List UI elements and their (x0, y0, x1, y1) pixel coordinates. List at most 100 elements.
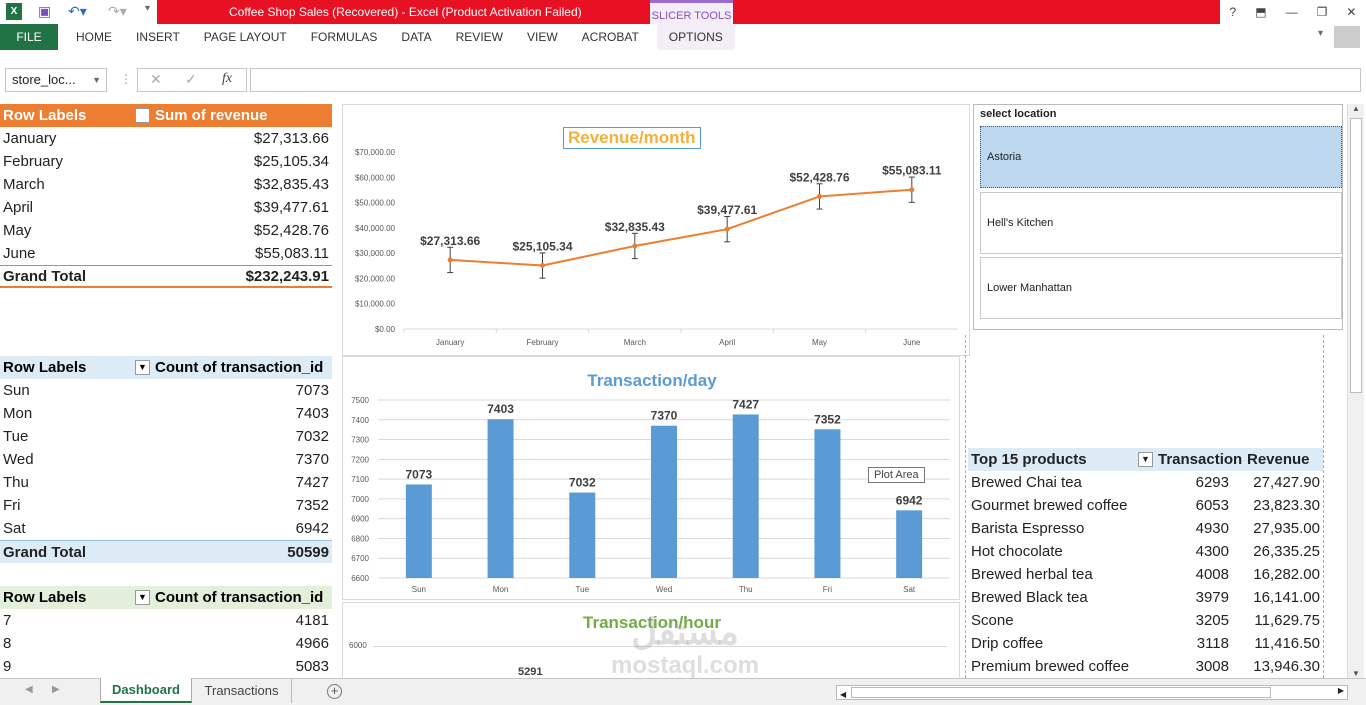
help-icon[interactable]: ? (1230, 5, 1237, 19)
tab-file[interactable]: FILE (0, 24, 58, 50)
x-tick: January (436, 338, 464, 347)
customize-quick-access-icon[interactable]: ▾ (145, 3, 150, 14)
tab-page-layout[interactable]: PAGE LAYOUT (192, 24, 299, 50)
y-tick: 6600 (351, 574, 369, 583)
minimize-icon[interactable]: — (1286, 5, 1298, 19)
y-tick: 7500 (351, 396, 369, 405)
table-row: Barista Espresso 4930 27,935.00 (968, 517, 1323, 540)
product-name: Drip coffee (971, 635, 1044, 652)
slicer-item-hells-kitchen[interactable]: Hell's Kitchen (980, 192, 1342, 254)
sheet-tab-dashboard[interactable]: Dashboard (100, 678, 192, 703)
product-name: Brewed herbal tea (971, 566, 1093, 583)
slicer-item-lower-manhattan[interactable]: Lower Manhattan (980, 257, 1342, 319)
product-name: Hot chocolate (971, 543, 1063, 560)
transaction-count: 6293 (1195, 474, 1229, 491)
revenue-month-chart[interactable]: $0.00 $10,000.00 $20,000.00 $30,000.00 $40,0… (342, 104, 970, 356)
product-revenue: 27,427.90 (1253, 474, 1320, 491)
tab-formulas[interactable]: FORMULAS (299, 24, 390, 50)
formula-input[interactable] (250, 68, 1361, 92)
save-icon[interactable]: ▣ (38, 3, 51, 20)
table-row: Premium brewed coffee 3008 13,946.30 (968, 655, 1323, 678)
sheet-tab-transactions[interactable]: Transactions (192, 679, 292, 703)
header-revenue: Revenue (1247, 451, 1310, 468)
x-tick: Sun (412, 585, 426, 594)
slicer-item-astoria[interactable]: Astoria (980, 126, 1342, 188)
add-sheet-icon[interactable]: + (327, 684, 342, 699)
header-value: Count of transaction_id (155, 359, 324, 376)
transaction-count: 3979 (1195, 589, 1229, 606)
slicer-title: select location (980, 108, 1057, 120)
tab-view[interactable]: VIEW (515, 24, 570, 50)
window-controls: ? ⬒ — ❐ ✕ (1220, 0, 1366, 24)
row-label: May (3, 222, 32, 239)
row-value: 7352 (295, 497, 329, 514)
filter-dropdown-icon[interactable]: ▼ (135, 590, 150, 605)
close-icon[interactable]: ✕ (1346, 5, 1356, 19)
excel-logo-icon: X (6, 3, 22, 20)
grand-total-value: 50599 (287, 543, 329, 561)
table-row: January $27,313.66 (0, 127, 332, 150)
scroll-up-icon[interactable]: ▲ (1348, 104, 1364, 113)
product-revenue: 16,141.00 (1253, 589, 1320, 606)
grand-total-row: Grand Total $232,243.91 (0, 265, 332, 288)
table-row: Brewed Chai tea 6293 27,427.90 (968, 471, 1323, 494)
table-row: Fri 7352 (0, 494, 332, 517)
row-label: 7 (3, 612, 12, 629)
avatar[interactable] (1334, 26, 1360, 48)
tab-insert[interactable]: INSERT (124, 24, 192, 50)
scroll-right-icon[interactable]: ▶ (1338, 686, 1344, 695)
filter-dropdown-icon[interactable]: ▼ (135, 360, 150, 375)
page-break-line (1323, 335, 1324, 678)
tab-options[interactable]: OPTIONS (656, 24, 735, 50)
ribbon-display-icon[interactable]: ⬒ (1255, 5, 1266, 19)
vertical-scrollbar[interactable]: ▲ ▼ (1347, 104, 1364, 678)
row-value: $25,105.34 (253, 153, 329, 170)
scrollbar-thumb[interactable] (1350, 118, 1362, 393)
tab-review[interactable]: REVIEW (444, 24, 515, 50)
name-box[interactable]: store_loc... ▼ (5, 68, 107, 92)
page-break-line (965, 335, 966, 678)
chart-title: Transaction/day (587, 371, 717, 390)
tab-home[interactable]: HOME (64, 24, 124, 50)
data-label: $39,477.61 (697, 203, 757, 217)
restore-icon[interactable]: ❐ (1317, 5, 1328, 19)
row-value: 7032 (295, 428, 329, 445)
table-row: Hot chocolate 4300 26,335.25 (968, 540, 1323, 563)
product-revenue: 11,629.75 (1254, 612, 1320, 629)
y-tick: 6700 (351, 554, 369, 563)
bar (487, 419, 514, 578)
header-product: Top 15 products (971, 451, 1087, 468)
undo-icon[interactable]: ↶▾ (68, 3, 87, 20)
prev-sheet-icon[interactable]: ◀ (25, 684, 33, 695)
horizontal-scrollbar[interactable]: ◀ ▶ (836, 685, 1348, 700)
table-row: Scone 3205 11,629.75 (968, 609, 1323, 632)
table-row: Mon 7403 (0, 402, 332, 425)
row-label: 9 (3, 658, 12, 675)
table-row: Drip coffee 3118 11,416.50 (968, 632, 1323, 655)
account-dropdown-icon[interactable]: ▾ (1318, 28, 1323, 39)
hscroll-thumb[interactable] (851, 687, 1271, 698)
table-row: May $52,428.76 (0, 219, 332, 242)
enter-icon[interactable]: ✓ (185, 71, 197, 88)
scroll-down-icon[interactable]: ▼ (1348, 669, 1364, 678)
y-tick: 7300 (351, 436, 369, 445)
tab-data[interactable]: DATA (389, 24, 443, 50)
x-tick: Sat (903, 585, 916, 594)
table-row: 9 5083 (0, 655, 332, 678)
tab-acrobat[interactable]: ACROBAT (570, 24, 651, 50)
scroll-left-icon[interactable]: ◀ (837, 690, 846, 699)
redo-icon[interactable]: ↷▾ (108, 3, 127, 20)
location-slicer[interactable]: select location Astoria Hell's Kitchen L… (973, 104, 1343, 330)
insert-function-icon[interactable]: fx (222, 71, 232, 87)
watermark: مستقل mostaql.com (600, 612, 770, 680)
tooltip: Plot Area (868, 467, 925, 483)
row-label: 8 (3, 635, 12, 652)
y-tick: $30,000.00 (355, 249, 396, 258)
table-row: Gourmet brewed coffee 6053 23,823.30 (968, 494, 1323, 517)
filter-sort-icon[interactable]: ▼ (1138, 452, 1153, 467)
row-value: $52,428.76 (253, 222, 329, 239)
transaction-day-chart[interactable]: 6600 6700 6800 6900 7000 7100 7200 7300 7400 7500… (342, 356, 960, 600)
filter-dropdown-icon[interactable]: ▼ (135, 108, 150, 123)
next-sheet-icon[interactable]: ▶ (52, 684, 60, 695)
cancel-icon[interactable]: ✕ (150, 71, 162, 88)
